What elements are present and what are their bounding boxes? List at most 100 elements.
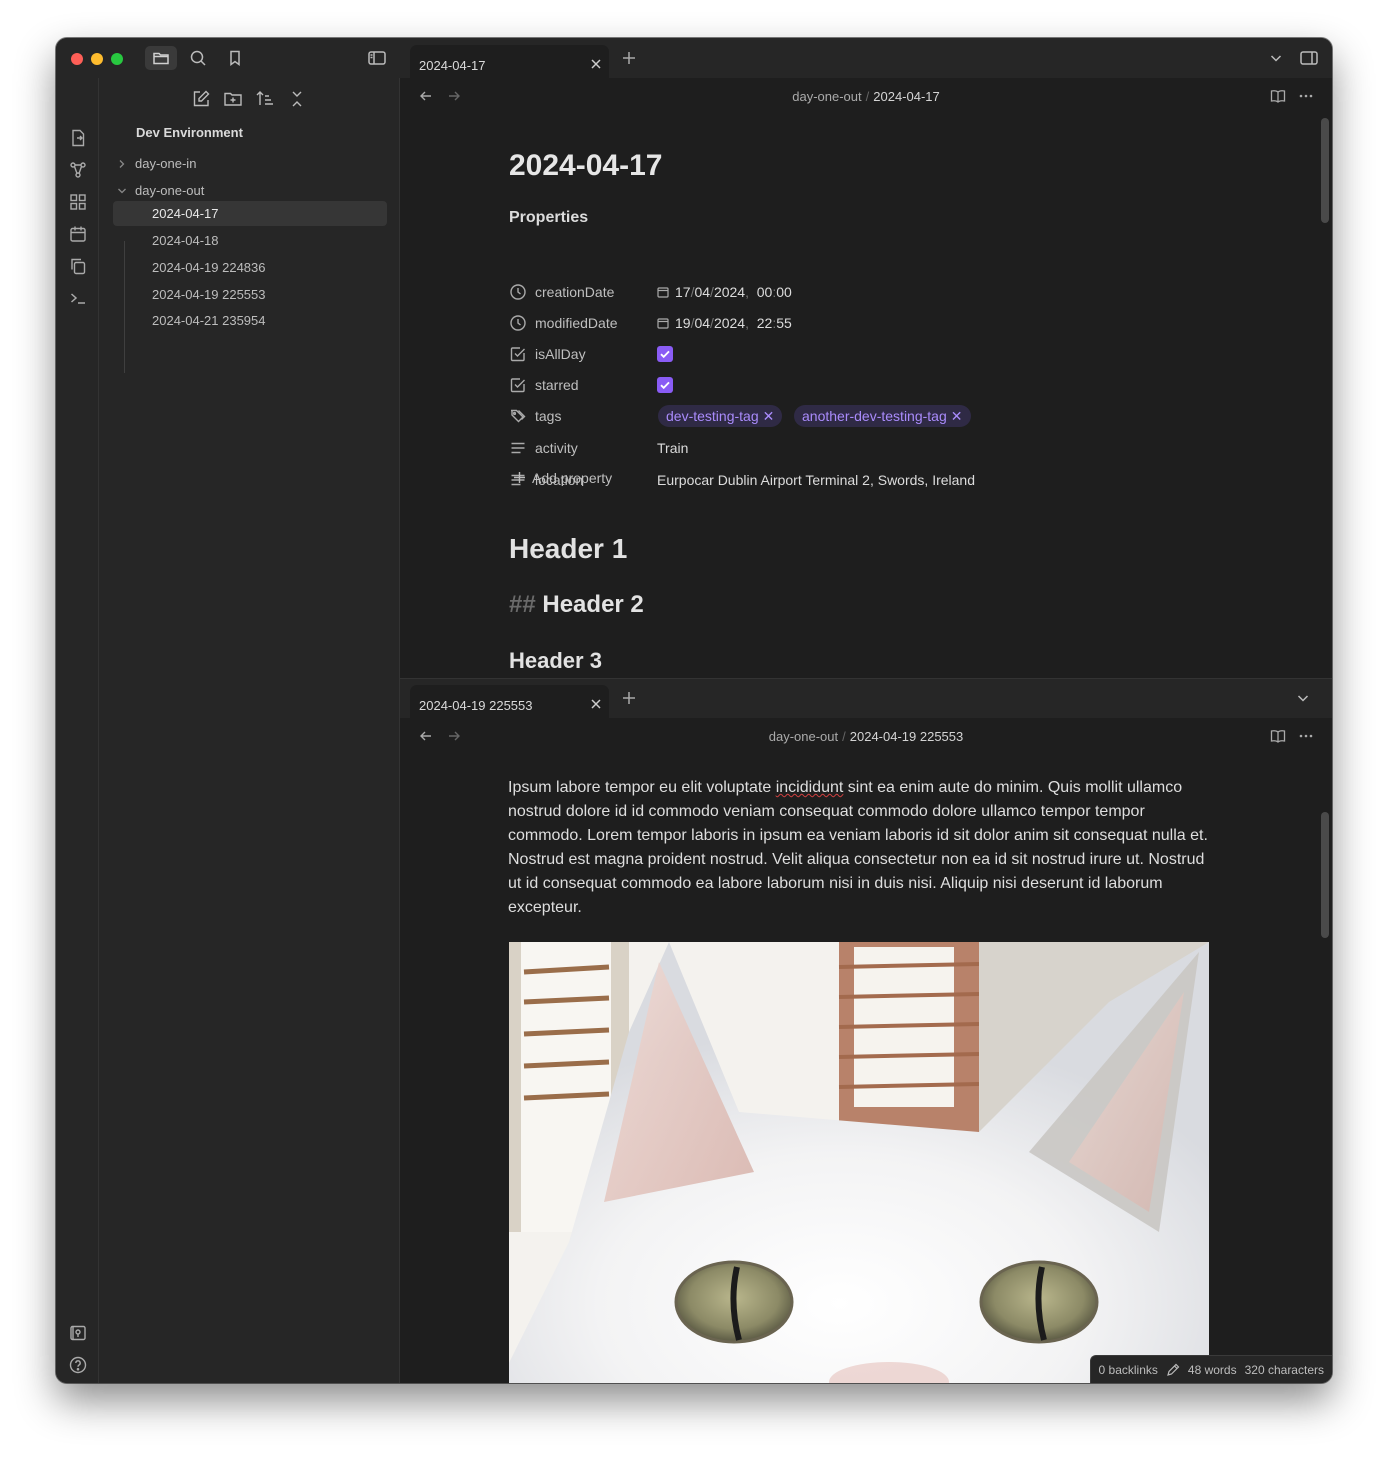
grid-icon bbox=[70, 194, 86, 210]
property-value[interactable]: Train bbox=[657, 440, 688, 456]
tab-2024-04-19-225553[interactable]: 2024-04-19 225553 bbox=[410, 685, 609, 719]
file-2024-04-19-224836[interactable]: 2024-04-19 224836 bbox=[113, 255, 387, 280]
property-name[interactable]: activity bbox=[535, 440, 578, 456]
minimize-window-button[interactable] bbox=[91, 53, 103, 65]
embedded-cat-photo[interactable] bbox=[509, 942, 1209, 1383]
calendar-icon bbox=[657, 287, 669, 298]
date-month: 04 bbox=[694, 315, 711, 331]
templates-button[interactable] bbox=[68, 256, 88, 276]
bookmarks-tab-button[interactable] bbox=[219, 46, 251, 70]
graph-view-button[interactable] bbox=[68, 160, 88, 180]
new-folder-button[interactable] bbox=[222, 88, 244, 110]
tag-pill[interactable]: dev-testing-tag ✕ bbox=[658, 405, 783, 427]
misspelled-word[interactable]: incididunt bbox=[776, 779, 844, 796]
property-date-value[interactable]: 19/04/2024, 22:55 bbox=[657, 315, 792, 331]
collapse-all-button[interactable] bbox=[286, 88, 308, 110]
date-day: 19 bbox=[675, 315, 691, 331]
edit-icon bbox=[193, 90, 210, 107]
heading-1[interactable]: Header 1 bbox=[509, 533, 627, 565]
close-tab-button[interactable] bbox=[589, 57, 603, 71]
daily-note-button[interactable] bbox=[68, 224, 88, 244]
property-name[interactable]: starred bbox=[535, 377, 579, 393]
clock-icon bbox=[510, 284, 526, 300]
remove-tag-button[interactable]: ✕ bbox=[763, 408, 775, 424]
file-2024-04-18[interactable]: 2024-04-18 bbox=[113, 228, 387, 253]
file-switch-icon bbox=[72, 129, 85, 147]
file-label: 2024-04-19 225553 bbox=[152, 287, 266, 302]
property-location: location Eurpocar Dublin Airport Termina… bbox=[509, 469, 1209, 493]
folder-plus-icon bbox=[224, 92, 242, 106]
folder-day-one-out[interactable]: day-one-out bbox=[113, 179, 387, 203]
add-property-button[interactable]: Add property bbox=[513, 470, 612, 486]
help-button[interactable] bbox=[68, 1355, 88, 1375]
scrollbar-top[interactable] bbox=[1321, 118, 1329, 223]
starred-checkbox[interactable] bbox=[657, 377, 673, 393]
zoom-window-button[interactable] bbox=[111, 53, 123, 65]
plus-icon bbox=[514, 472, 525, 483]
property-name[interactable]: creationDate bbox=[535, 284, 614, 300]
cat-photo-image bbox=[509, 942, 1209, 1383]
property-name[interactable]: modifiedDate bbox=[535, 315, 618, 331]
vault-name[interactable]: Dev Environment bbox=[136, 125, 243, 140]
tab-list-dropdown[interactable] bbox=[1296, 691, 1310, 705]
breadcrumb: day-one-out/2024-04-17 bbox=[792, 89, 940, 104]
file-2024-04-19-225553[interactable]: 2024-04-19 225553 bbox=[113, 282, 387, 307]
pencil-icon[interactable] bbox=[1166, 1363, 1180, 1377]
tag-label: another-dev-testing-tag bbox=[802, 408, 947, 424]
close-window-button[interactable] bbox=[71, 53, 83, 65]
date-year: 2024 bbox=[713, 315, 746, 331]
scrollbar-bottom[interactable] bbox=[1321, 812, 1329, 938]
close-tab-button[interactable] bbox=[589, 697, 603, 711]
new-note-button[interactable] bbox=[190, 88, 212, 110]
heading-2[interactable]: ## Header 2 bbox=[509, 591, 644, 619]
breadcrumb-folder[interactable]: day-one-out bbox=[792, 89, 861, 104]
date-month: 04 bbox=[694, 284, 711, 300]
isAllDay-checkbox[interactable] bbox=[657, 346, 673, 362]
tab-list-dropdown[interactable] bbox=[1260, 46, 1292, 70]
tag-pill[interactable]: another-dev-testing-tag ✕ bbox=[794, 405, 971, 427]
more-options-button[interactable] bbox=[1298, 88, 1314, 104]
file-explorer-tab-button[interactable] bbox=[145, 46, 177, 70]
reading-view-button[interactable] bbox=[1270, 88, 1286, 104]
toggle-right-sidebar-button[interactable] bbox=[1293, 46, 1325, 70]
open-quick-switcher-button[interactable] bbox=[68, 128, 88, 148]
note-paragraph[interactable]: Ipsum labore tempor eu elit voluptate in… bbox=[508, 776, 1208, 920]
folder-day-one-in[interactable]: day-one-in bbox=[113, 152, 387, 176]
sort-button[interactable] bbox=[254, 88, 276, 110]
search-tab-button[interactable] bbox=[182, 46, 214, 70]
calendar-icon bbox=[70, 226, 86, 242]
tab-2024-04-17[interactable]: 2024-04-17 bbox=[410, 45, 609, 78]
property-name[interactable]: tags bbox=[535, 408, 561, 424]
properties-heading[interactable]: Properties bbox=[509, 209, 588, 227]
folder-label: day-one-in bbox=[135, 156, 197, 171]
vault-switcher-button[interactable] bbox=[68, 1323, 88, 1343]
property-name[interactable]: isAllDay bbox=[535, 346, 586, 362]
sort-icon bbox=[256, 91, 273, 105]
folder-icon bbox=[153, 52, 169, 65]
note-title[interactable]: 2024-04-17 bbox=[509, 149, 662, 183]
backlinks-count[interactable]: 0 backlinks bbox=[1099, 1363, 1158, 1377]
checkbox-icon bbox=[510, 347, 525, 362]
paragraph-text: sint ea enim aute do minim. Quis mollit … bbox=[508, 779, 1208, 916]
property-date-value[interactable]: 17/04/2024, 00:00 bbox=[657, 284, 792, 300]
help-icon bbox=[69, 1356, 87, 1374]
chevron-right-icon bbox=[119, 160, 125, 168]
more-horizontal-icon bbox=[1299, 94, 1313, 98]
more-horizontal-icon bbox=[1299, 734, 1313, 738]
command-palette-button[interactable] bbox=[68, 288, 88, 308]
remove-tag-button[interactable]: ✕ bbox=[951, 408, 963, 424]
breadcrumb-file[interactable]: 2024-04-17 bbox=[873, 89, 940, 104]
file-2024-04-21-235954[interactable]: 2024-04-21 235954 bbox=[113, 308, 387, 333]
breadcrumb-file[interactable]: 2024-04-19 225553 bbox=[850, 729, 964, 744]
breadcrumb-folder[interactable]: day-one-out bbox=[769, 729, 838, 744]
more-options-button[interactable] bbox=[1298, 728, 1314, 744]
property-value[interactable]: Eurpocar Dublin Airport Terminal 2, Swor… bbox=[657, 472, 975, 488]
property-modifiedDate: modifiedDate 19/04/2024, 22:55 bbox=[509, 312, 1209, 336]
canvas-button[interactable] bbox=[68, 192, 88, 212]
toggle-left-sidebar-button[interactable] bbox=[361, 46, 393, 70]
file-2024-04-17[interactable]: 2024-04-17 bbox=[113, 201, 387, 226]
reading-view-button[interactable] bbox=[1270, 728, 1286, 744]
heading-3[interactable]: Header 3 bbox=[509, 648, 602, 674]
new-tab-button[interactable] bbox=[613, 46, 645, 70]
new-tab-button[interactable] bbox=[621, 690, 637, 706]
